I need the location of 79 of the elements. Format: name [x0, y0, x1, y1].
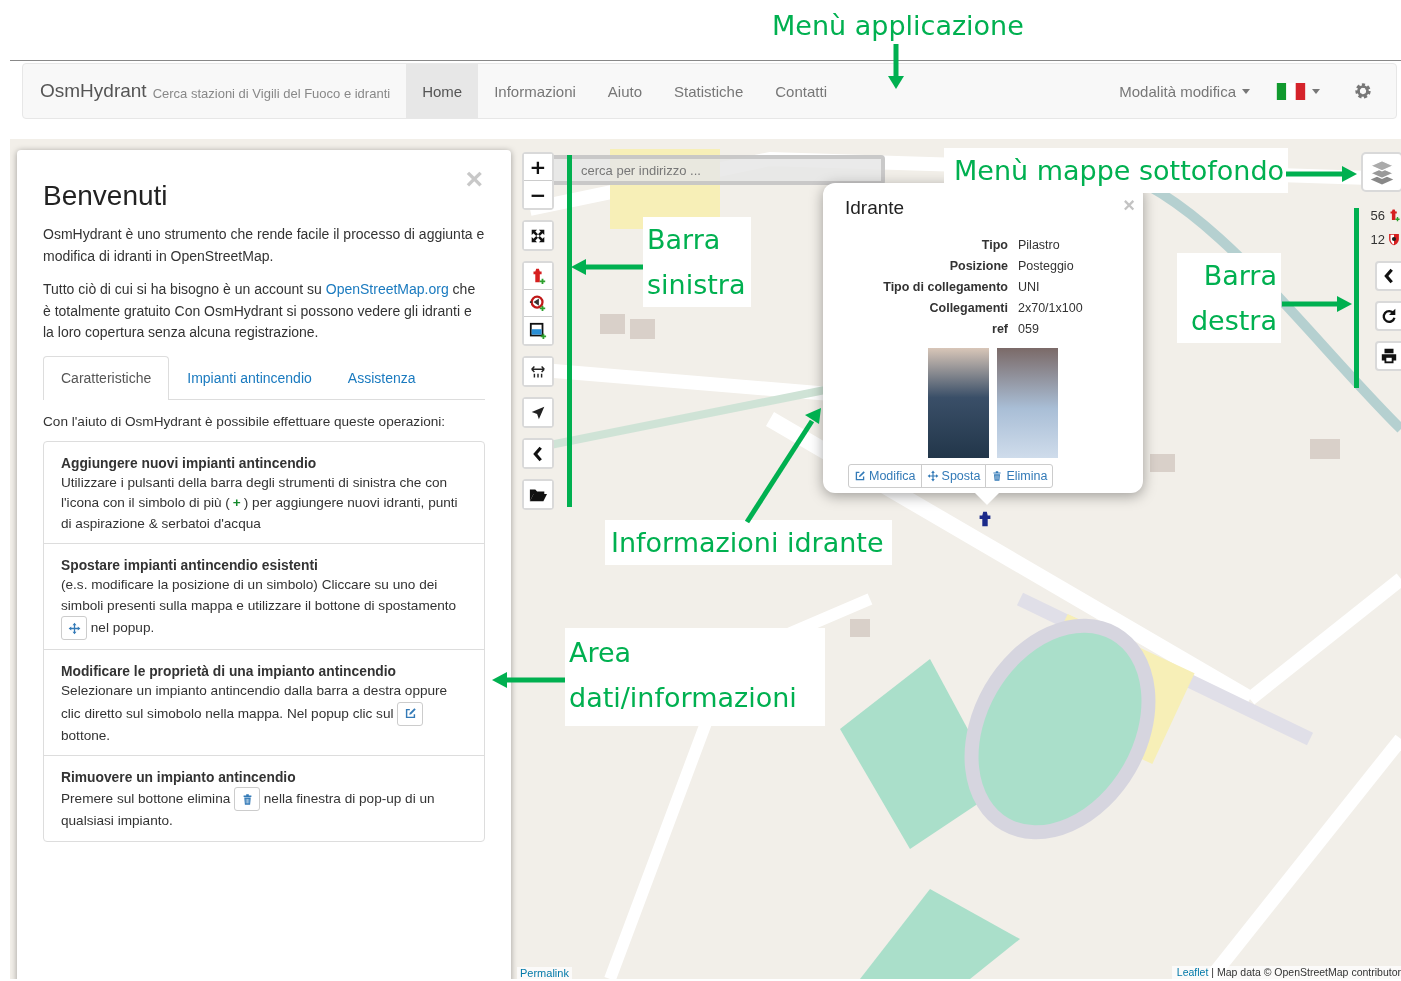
caret-icon [1312, 88, 1320, 94]
refresh-icon [1380, 307, 1398, 325]
building [1310, 439, 1340, 459]
link[interactable]: OpenStreetMap.org [325, 281, 449, 297]
tank-add-icon [529, 321, 547, 340]
property-label: Collegamenti [928, 300, 1008, 317]
tagline: Cerca stazioni di Vigili del Fuoco e idranti [152, 84, 391, 103]
toolbar-button[interactable] [524, 358, 552, 385]
annotation-label: Informazioni idrante [605, 520, 892, 565]
popup-title: Idrante [845, 197, 906, 219]
property-value: Posteggio [1018, 258, 1075, 275]
building [1150, 454, 1175, 472]
tab[interactable]: Assistenza [329, 355, 434, 400]
tab[interactable]: Impianti antincendio [169, 355, 330, 400]
property-label: Tipo di collegamento [882, 279, 1008, 296]
printer-icon [1380, 347, 1398, 365]
annotation-label: Area dati/informazioni [565, 628, 825, 726]
arrow [1286, 166, 1357, 182]
toolbar-button[interactable] [524, 222, 552, 249]
settings-icon [1354, 82, 1372, 100]
building [600, 314, 625, 334]
suction-add-icon [529, 294, 547, 312]
property-value: Pilastro [1018, 237, 1061, 254]
property-value: 2x70/1x100 [1018, 300, 1084, 317]
operation-title: Modificare le proprietà di una impianto antincendio [61, 663, 397, 681]
count-label: 12 [1370, 231, 1385, 247]
operation-title: Rimuovere un impianto antincendio [61, 769, 297, 787]
panel-title: Benvenuti [43, 180, 169, 212]
property-label: Tipo [980, 237, 1008, 254]
intro-text: Con l'aiuto di OsmHydrant è possibile effettuare queste operazioni: [43, 413, 447, 429]
operation-text: Premere sul bottone elimina nella finestra di pop-up di un qualsiasi impianto. [61, 787, 467, 832]
edit-icon [403, 707, 417, 720]
zoom-button[interactable]: + [524, 154, 552, 181]
building [850, 619, 870, 637]
property-value: 059 [1018, 321, 1040, 338]
annotation-label: Barra sinistra [643, 217, 751, 307]
layers-button[interactable] [1361, 152, 1401, 192]
nav-item[interactable]: Statistiche [658, 64, 760, 118]
nav-item[interactable]: Contatti [759, 64, 843, 118]
popup-button[interactable]: Modifica [848, 464, 922, 488]
tab[interactable]: Caratteristiche [43, 355, 170, 400]
attribution-link[interactable]: Leaflet [1176, 966, 1209, 979]
photo-placeholder[interactable] [928, 348, 989, 458]
arrow [1282, 296, 1352, 312]
paragraph: OsmHydrant è uno strumento che rende facile il processo di aggiunta e modifica di idranti in OpenStreetMap. [43, 225, 485, 266]
arrow [888, 44, 904, 89]
brand-link[interactable]: OsmHydrant [23, 64, 153, 118]
operation-title: Aggiungere nuovi impianti antincendio [61, 454, 318, 473]
permalink-link[interactable]: Permalink [517, 967, 572, 979]
flag-icon [1276, 82, 1306, 100]
nav-item[interactable]: Home [406, 64, 479, 118]
property-label: ref [991, 321, 1008, 338]
move-arrows-icon [926, 470, 939, 482]
annotation-label: Barra destra [1177, 253, 1281, 343]
toolbar-button[interactable] [524, 481, 552, 508]
toolbar-button[interactable] [524, 399, 552, 426]
paragraph: Tutto ciò di cui si ha bisogno è un account su OpenStreetMap.org che è totalmente gratuito Con OsmHydrant si possono vedere gli idranti e la loro copertura senza alcuna registrazione. [43, 280, 477, 342]
count-label: 56 [1370, 207, 1385, 223]
operation-text: Selezionare un impianto antincendio dalla barra a destra oppure clic diretto sul simobolo nella mappa. Nel popup clic sul bottone. [61, 682, 449, 745]
operation-title: Spostare impianti antincendio esistenti [61, 557, 319, 575]
property-value: UNI [1018, 279, 1041, 296]
photo-placeholder[interactable] [997, 348, 1058, 458]
attribution-text: | Map data © OpenStreetMap contributor [1211, 966, 1401, 979]
operation-text: Utilizzare i pulsanti della barra degli strumenti di sinistra che con l'icona con il simbolo di più ( + ) per aggiungere nuovi idranti, punti di aspirazione & serbatoi d'acqua [61, 473, 459, 533]
caret-icon [1242, 88, 1250, 94]
toolbar-button[interactable] [524, 440, 552, 467]
nav-item[interactable]: Informazioni [478, 64, 592, 118]
operation-text: (e.s. modificare la posizione di un simbolo) Cliccare su uno dei simboli presenti sulla mappa e utilizzare il bottone di spostamento nel popup. [61, 575, 467, 640]
property-label: Posizione [948, 258, 1008, 275]
arrow [571, 259, 643, 275]
mode-dropdown[interactable]: Modalità modifica [1103, 64, 1260, 118]
annotation-label: Menù mappe sottofondo [944, 148, 1289, 193]
nav-item[interactable]: Aiuto [591, 64, 659, 118]
popup-button[interactable]: Sposta [920, 464, 987, 488]
trash-icon [991, 470, 1004, 482]
building [630, 319, 655, 339]
edit-icon [854, 470, 866, 482]
move-arrows-icon [67, 621, 81, 635]
popup-button[interactable]: Elimina [985, 464, 1054, 488]
